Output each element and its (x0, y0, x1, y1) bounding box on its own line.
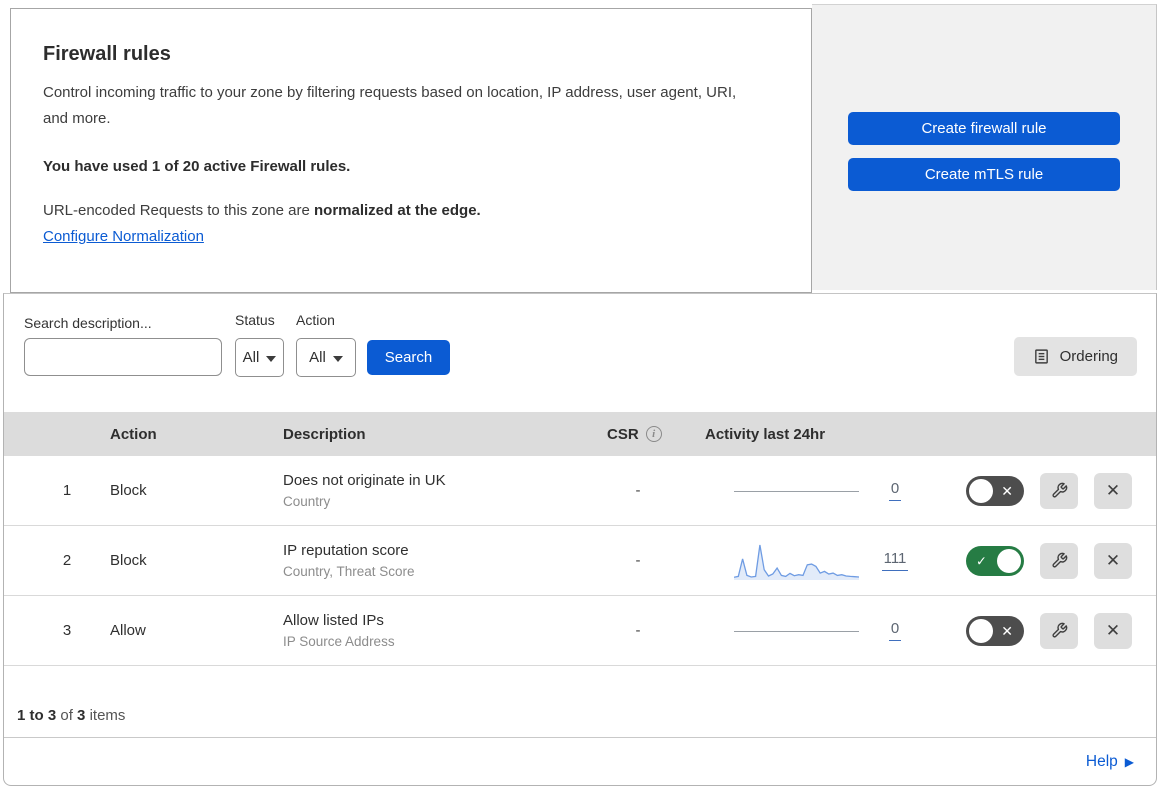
help-arrow-icon: ▶ (1124, 754, 1134, 769)
rule-description: Allow listed IPs IP Source Address (277, 612, 595, 649)
table-row: 2 Block IP reputation score Country, Thr… (4, 526, 1156, 596)
rule-priority: 2 (62, 552, 72, 569)
rule-csr: - (635, 482, 641, 499)
wrench-icon (1051, 482, 1067, 498)
toggle-knob (997, 548, 1021, 573)
action-select-value: All (309, 349, 326, 366)
rule-enabled-toggle[interactable]: ✕ (966, 615, 1024, 646)
edit-rule-button[interactable] (1040, 612, 1078, 649)
intro-card: Firewall rules Control incoming traffic … (10, 8, 812, 293)
status-select[interactable]: All (235, 338, 284, 377)
column-header-description: Description (283, 425, 366, 443)
csr-header-label: CSR (607, 425, 639, 443)
action-select[interactable]: All (296, 338, 356, 377)
wrench-icon (1051, 622, 1067, 638)
activity-count-cell: 0 (859, 620, 931, 641)
toggle-knob (969, 478, 993, 503)
delete-rule-button[interactable]: ✕ (1094, 542, 1132, 579)
configure-normalization-link[interactable]: Configure Normalization (43, 228, 204, 245)
search-label: Search description... (24, 315, 152, 331)
edit-rule-button[interactable] (1040, 472, 1078, 509)
action-label: Action (296, 312, 335, 328)
wrench-icon (1051, 552, 1067, 568)
activity-sparkline (681, 542, 859, 580)
search-input[interactable] (44, 348, 243, 366)
close-icon: ✕ (1105, 480, 1121, 500)
column-header-activity: Activity last 24hr (705, 425, 826, 443)
rule-enabled-toggle[interactable]: ✕ (966, 475, 1024, 506)
rule-controls: ✕ ✕ (931, 472, 1156, 509)
activity-count-link[interactable]: 111 (881, 550, 909, 571)
rule-action: Block (110, 482, 147, 499)
rule-action: Block (110, 552, 147, 569)
pagination-of: of (60, 707, 73, 724)
info-icon[interactable]: i (645, 426, 662, 442)
status-select-value: All (242, 349, 260, 366)
normalization-text: URL-encoded Requests to this zone are (43, 202, 314, 219)
rule-description-title: IP reputation score (283, 542, 409, 559)
page-header-section: Firewall rules Control incoming traffic … (0, 0, 1161, 293)
list-document-icon (1034, 349, 1048, 364)
rule-fields: Country (283, 494, 331, 509)
delete-rule-button[interactable]: ✕ (1094, 612, 1132, 649)
sparkline-chart (734, 544, 859, 580)
ordering-button[interactable]: Ordering (1013, 337, 1137, 376)
toggle-x-icon: ✕ (1001, 482, 1013, 499)
rule-description: Does not originate in UK Country (277, 472, 595, 509)
rule-csr: - (635, 552, 641, 569)
usage-note: You have used 1 of 20 active Firewall ru… (43, 158, 351, 175)
chevron-down-icon (332, 355, 343, 362)
close-icon: ✕ (1105, 550, 1121, 570)
activity-count-cell: 0 (859, 480, 931, 501)
help-link[interactable]: Help ▶ (1086, 753, 1134, 771)
page-description: Control incoming traffic to your zone by… (43, 84, 737, 127)
rule-enabled-toggle[interactable]: ✓ (966, 545, 1024, 576)
toggle-check-icon: ✓ (976, 553, 987, 568)
ordering-button-label: Ordering (1059, 348, 1118, 365)
pagination-range: 1 to 3 (17, 707, 57, 724)
toggle-knob (969, 618, 993, 643)
rule-description-title: Allow listed IPs (283, 612, 384, 629)
column-header-csr: CSR i (595, 426, 681, 443)
create-firewall-rule-button[interactable]: Create firewall rule (848, 112, 1120, 145)
rules-card: Search description... Status Action All … (3, 293, 1157, 786)
activity-count-link[interactable]: 0 (888, 480, 902, 501)
close-icon: ✕ (1105, 620, 1121, 640)
status-label: Status (235, 312, 275, 328)
rule-controls: ✓ ✕ (931, 542, 1156, 579)
chevron-down-icon (266, 355, 277, 362)
normalization-note: URL-encoded Requests to this zone are no… (43, 202, 779, 219)
help-row: Help ▶ (4, 737, 1156, 785)
delete-rule-button[interactable]: ✕ (1094, 472, 1132, 509)
pagination-total: 3 (77, 707, 86, 724)
create-mtls-rule-button[interactable]: Create mTLS rule (848, 158, 1120, 191)
rule-description-title: Does not originate in UK (283, 472, 446, 489)
pagination-summary: 1 to 3 of 3 items (4, 666, 1156, 737)
edit-rule-button[interactable] (1040, 542, 1078, 579)
rule-priority: 3 (62, 622, 72, 639)
toggle-x-icon: ✕ (1001, 622, 1013, 639)
normalization-bold-text: normalized at the edge. (314, 202, 481, 219)
rule-fields: IP Source Address (283, 634, 395, 649)
page-title: Firewall rules (43, 43, 171, 65)
table-row: 1 Block Does not originate in UK Country… (4, 456, 1156, 526)
rule-action: Allow (110, 622, 146, 639)
activity-count-cell: 111 (859, 550, 931, 571)
rule-csr: - (635, 622, 641, 639)
rule-priority: 1 (62, 482, 72, 499)
table-header-row: Action Description CSR i Activity last 2… (4, 412, 1156, 456)
search-button[interactable]: Search (367, 340, 450, 375)
rule-controls: ✕ ✕ (931, 612, 1156, 649)
filter-bar: Search description... Status Action All … (4, 294, 1156, 412)
activity-count-link[interactable]: 0 (888, 620, 902, 641)
table-row: 3 Allow Allow listed IPs IP Source Addre… (4, 596, 1156, 666)
search-box[interactable] (24, 338, 243, 376)
rule-description: IP reputation score Country, Threat Scor… (277, 542, 595, 579)
pagination-items: items (89, 707, 126, 724)
rule-fields: Country, Threat Score (283, 564, 415, 579)
actions-panel: Create firewall rule Create mTLS rule (812, 4, 1157, 290)
column-header-action: Action (110, 425, 157, 443)
help-label: Help (1085, 752, 1118, 770)
